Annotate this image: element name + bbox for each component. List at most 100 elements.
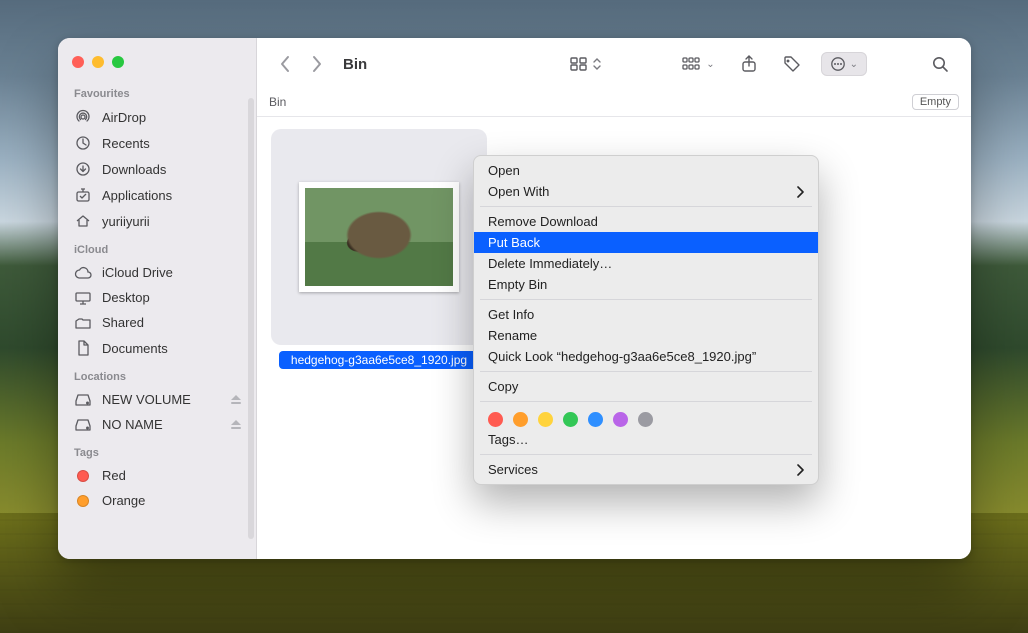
apps-icon	[74, 187, 92, 203]
menu-item-label: Services	[488, 462, 796, 477]
menu-item-open[interactable]: Open	[474, 160, 818, 181]
chevron-right-icon	[796, 186, 804, 198]
group-by-button[interactable]: ⌄	[676, 53, 720, 75]
doc-icon	[74, 340, 92, 356]
menu-item-label: Empty Bin	[488, 277, 804, 292]
shared-icon	[74, 316, 92, 330]
menu-item-label: Tags…	[488, 432, 804, 447]
sidebar-item-shared[interactable]: Shared	[58, 310, 256, 335]
back-button[interactable]	[279, 55, 291, 73]
sidebar-section-title: Tags	[58, 437, 256, 463]
path-bar: Bin Empty	[257, 90, 971, 117]
menu-item-get-info[interactable]: Get Info	[474, 304, 818, 325]
sidebar-section-title: Favourites	[58, 78, 256, 104]
context-menu: Open Open With Remove Download Put Back Dele…	[473, 155, 819, 485]
menu-item-label: Delete Immediately…	[488, 256, 804, 271]
file-thumbnail[interactable]	[271, 129, 487, 345]
sidebar-item-label: NO NAME	[102, 417, 220, 432]
clock-icon	[74, 135, 92, 151]
sidebar-item-yuriiyurii[interactable]: yuriiyurii	[58, 208, 256, 234]
toolbar: Bin ⌄ ⌄	[257, 38, 971, 90]
sidebar-scrollbar[interactable]	[248, 98, 254, 539]
tag-color-swatch[interactable]	[513, 412, 528, 427]
tag-color-swatch[interactable]	[588, 412, 603, 427]
sidebar-item-label: Red	[102, 468, 244, 483]
tag-color-swatch[interactable]	[538, 412, 553, 427]
disk-icon	[74, 393, 92, 407]
tags-button[interactable]	[777, 51, 807, 77]
sidebar-item-icloud-drive[interactable]: iCloud Drive	[58, 260, 256, 285]
sidebar-section-title: Locations	[58, 361, 256, 387]
breadcrumb[interactable]: Bin	[269, 95, 286, 109]
menu-item-label: Remove Download	[488, 214, 804, 229]
sidebar-item-label: NEW VOLUME	[102, 392, 220, 407]
sidebar-section-title: iCloud	[58, 234, 256, 260]
view-mode-button[interactable]	[564, 53, 608, 75]
tag-color-swatch[interactable]	[613, 412, 628, 427]
empty-bin-button[interactable]: Empty	[912, 94, 959, 110]
sidebar-item-new-volume[interactable]: NEW VOLUME	[58, 387, 256, 412]
sidebar-item-red[interactable]: Red	[58, 463, 256, 488]
tag-color-swatch[interactable]	[638, 412, 653, 427]
menu-item-rename[interactable]: Rename	[474, 325, 818, 346]
sidebar-item-label: Documents	[102, 341, 244, 356]
sidebar-item-label: Applications	[102, 188, 244, 203]
close-window-button[interactable]	[72, 56, 84, 68]
window-title: Bin	[337, 56, 367, 73]
home-icon	[74, 213, 92, 229]
sidebar-item-airdrop[interactable]: AirDrop	[58, 104, 256, 130]
minimize-window-button[interactable]	[92, 56, 104, 68]
sidebar-item-applications[interactable]: Applications	[58, 182, 256, 208]
airdrop-icon	[74, 109, 92, 125]
tagdot-icon	[74, 470, 92, 482]
sidebar-item-downloads[interactable]: Downloads	[58, 156, 256, 182]
sidebar-item-label: AirDrop	[102, 110, 244, 125]
desktop-icon	[74, 291, 92, 305]
menu-item-services[interactable]: Services	[474, 459, 818, 480]
forward-button[interactable]	[311, 55, 323, 73]
tag-color-swatch[interactable]	[488, 412, 503, 427]
menu-item-label: Quick Look “hedgehog-g3aa6e5ce8_1920.jpg…	[488, 349, 804, 364]
tag-color-swatch[interactable]	[563, 412, 578, 427]
eject-icon[interactable]	[230, 394, 244, 406]
menu-item-label: Put Back	[488, 235, 804, 250]
disk-icon	[74, 418, 92, 432]
sidebar-item-label: Downloads	[102, 162, 244, 177]
menu-item-copy[interactable]: Copy	[474, 376, 818, 397]
sidebar-item-label: Recents	[102, 136, 244, 151]
menu-tag-colors	[474, 406, 818, 429]
menu-item-label: Rename	[488, 328, 804, 343]
file-item[interactable]: hedgehog-g3aa6e5ce8_1920.jpg	[271, 129, 487, 369]
cloud-icon	[74, 266, 92, 280]
search-button[interactable]	[925, 51, 955, 77]
menu-item-put-back[interactable]: Put Back	[474, 232, 818, 253]
menu-item-remove-download[interactable]: Remove Download	[474, 211, 818, 232]
sidebar-item-recents[interactable]: Recents	[58, 130, 256, 156]
menu-item-delete-immediately[interactable]: Delete Immediately…	[474, 253, 818, 274]
menu-item-quick-look-hedgehog-g3aa6e5ce8-1920-jpg[interactable]: Quick Look “hedgehog-g3aa6e5ce8_1920.jpg…	[474, 346, 818, 367]
sidebar-item-no-name[interactable]: NO NAME	[58, 412, 256, 437]
sidebar-item-label: Desktop	[102, 290, 244, 305]
sidebar: Favourites AirDrop Recents Downloads Applica…	[58, 38, 257, 559]
menu-item-label: Copy	[488, 379, 804, 394]
file-name-label: hedgehog-g3aa6e5ce8_1920.jpg	[279, 351, 479, 369]
menu-item-tags[interactable]: Tags…	[474, 429, 818, 450]
sidebar-item-documents[interactable]: Documents	[58, 335, 256, 361]
menu-item-label: Open	[488, 163, 804, 178]
sidebar-item-desktop[interactable]: Desktop	[58, 285, 256, 310]
sidebar-item-label: yuriiyurii	[102, 214, 244, 229]
share-button[interactable]	[735, 51, 763, 77]
download-icon	[74, 161, 92, 177]
sidebar-item-label: Shared	[102, 315, 244, 330]
sidebar-item-label: Orange	[102, 493, 244, 508]
menu-item-open-with[interactable]: Open With	[474, 181, 818, 202]
eject-icon[interactable]	[230, 419, 244, 431]
sidebar-item-label: iCloud Drive	[102, 265, 244, 280]
maximize-window-button[interactable]	[112, 56, 124, 68]
chevron-right-icon	[796, 464, 804, 476]
menu-item-label: Get Info	[488, 307, 804, 322]
menu-item-empty-bin[interactable]: Empty Bin	[474, 274, 818, 295]
sidebar-item-orange[interactable]: Orange	[58, 488, 256, 513]
window-controls	[58, 48, 256, 78]
more-actions-button[interactable]: ⌄	[821, 52, 867, 76]
